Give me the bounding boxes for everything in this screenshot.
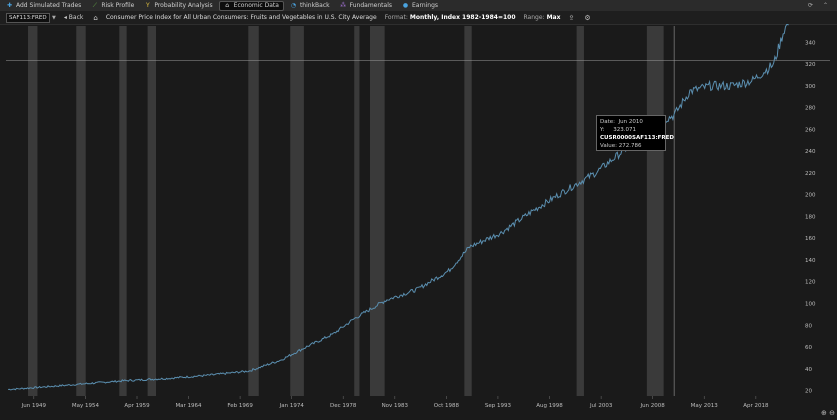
tooltip-series-name: CUSR0000SAF113:FRED (600, 135, 674, 141)
tooltip-value-label: Value: (600, 143, 617, 149)
tooltip-y-label: Y: (600, 127, 605, 133)
cpi-line-chart[interactable]: 20 40 60 80 100 120 140 160 180 200 220 240 260 280 30… (0, 24, 837, 420)
y-tick-label: 280 (805, 106, 816, 112)
thinkback-label: thinkBack (299, 2, 330, 9)
back-label: Back (68, 14, 84, 21)
economic-data-button[interactable]: ⌂ Economic Data (218, 0, 284, 11)
x-tick-label: Aug 1998 (536, 403, 563, 409)
risk-profile-icon: ⟋ (92, 2, 97, 9)
collapse-icon[interactable]: ⌃ (822, 2, 829, 9)
y-tick-label: 200 (805, 193, 816, 199)
fundamentals-button[interactable]: ⁂ Fundamentals (336, 1, 396, 11)
probability-analysis-label: Probability Analysis (154, 2, 213, 9)
back-button[interactable]: ◂ Back (64, 14, 84, 21)
x-tick-label: Jun 1949 (21, 403, 47, 409)
range-dropdown[interactable]: Max (547, 14, 561, 21)
plus-icon: ✚ (6, 2, 13, 9)
y-tick-label: 160 (805, 236, 816, 242)
y-tick-label: 220 (805, 171, 816, 177)
recession-band (76, 26, 86, 396)
y-tick-label: 120 (805, 280, 816, 286)
y-tick-label: 140 (805, 258, 816, 264)
refresh-icon[interactable]: ⟳ (807, 2, 814, 9)
zoom-out-icon[interactable]: ⊖ (829, 409, 835, 417)
y-tick-label: 340 (805, 40, 816, 46)
zoom-controls[interactable]: ⊕ ⊖ (821, 409, 835, 417)
tooltip-date-label: Date: (600, 119, 615, 125)
economic-data-label: Economic Data (233, 2, 279, 9)
x-tick-label: May 2013 (691, 403, 719, 409)
toolbar-right-controls: ⟳ ⌃ (807, 2, 837, 9)
recession-band (119, 26, 127, 396)
recession-band (290, 26, 304, 396)
recession-band (354, 26, 360, 396)
x-tick-label: Jun 2008 (639, 403, 665, 409)
recession-band (576, 26, 584, 396)
bank-icon: ⌂ (225, 2, 230, 9)
earnings-icon: ● (402, 2, 409, 9)
y-tick-label: 320 (805, 62, 816, 68)
x-tick-label: Sep 1993 (485, 403, 512, 409)
earnings-button[interactable]: ● Earnings (398, 1, 442, 11)
x-tick-label: Apr 1959 (124, 403, 150, 409)
y-tick-label: 20 (805, 389, 812, 395)
tooltip-date-row: Date: Jun 2010 (600, 118, 662, 126)
home-icon[interactable]: ⌂ (93, 14, 97, 22)
tooltip-value-value: 272.786 (618, 143, 642, 149)
y-tick-label: 300 (805, 84, 816, 90)
x-tick-label: Dec 1978 (330, 403, 357, 409)
recession-band (248, 26, 259, 396)
x-tick-label: Nov 1983 (382, 403, 409, 409)
risk-profile-label: Risk Profile (101, 2, 135, 9)
add-simulated-trades-label: Add Simulated Trades (16, 2, 82, 9)
x-tick-label: May 1954 (72, 403, 100, 409)
recession-band (147, 26, 156, 396)
symbol-dropdown-icon[interactable]: ▼ (52, 15, 56, 21)
top-toolbar: ✚ Add Simulated Trades ⟋ Risk Profile Y … (0, 0, 837, 11)
settings-gear-icon[interactable]: ⚙ (584, 14, 590, 22)
chart-area[interactable]: 20 40 60 80 100 120 140 160 180 200 220 240 260 280 30… (0, 24, 837, 420)
y-tick-label: 180 (805, 214, 816, 220)
zoom-in-icon[interactable]: ⊕ (821, 409, 827, 417)
fundamentals-icon: ⁂ (340, 2, 347, 9)
tooltip-date-value: Jun 2010 (618, 119, 643, 125)
thinkback-button[interactable]: ◔ thinkBack (286, 1, 334, 11)
recession-band (369, 26, 385, 396)
recession-band (28, 26, 38, 396)
tooltip-value-row: Value: 272.786 (600, 142, 662, 150)
recession-band (464, 26, 472, 396)
earnings-label: Earnings (412, 2, 439, 9)
thinkback-icon: ◔ (290, 2, 297, 9)
y-tick-label: 80 (805, 323, 812, 329)
y-tick-label: 240 (805, 149, 816, 155)
x-tick-label: Jul 2003 (589, 403, 613, 409)
probability-analysis-button[interactable]: Y Probability Analysis (140, 1, 216, 11)
y-tick-label: 60 (805, 345, 812, 351)
x-tick-label: Apr 2018 (743, 403, 769, 409)
recession-band (646, 26, 664, 396)
risk-profile-button[interactable]: ⟋ Risk Profile (87, 1, 138, 11)
add-simulated-trades-button[interactable]: ✚ Add Simulated Trades (2, 1, 85, 11)
series-title: Consumer Price Index for All Urban Consu… (105, 14, 377, 21)
fundamentals-label: Fundamentals (349, 2, 392, 9)
y-tick-label: 260 (805, 127, 816, 133)
format-value: Monthly, Index 1982-1984=100 (409, 14, 516, 21)
chart-header-bar: SAF113:FRED ▼ ◂ Back ⌂ Consumer Price In… (0, 11, 837, 25)
range-label: Range: (523, 14, 545, 21)
y-tick-label: 100 (805, 302, 816, 308)
symbol-input[interactable]: SAF113:FRED (6, 12, 50, 23)
format-label: Format: (384, 14, 408, 21)
share-icon[interactable]: ⇪ (568, 14, 574, 22)
tooltip-y-value: 323.071 (613, 127, 636, 133)
x-tick-label: Mar 1964 (175, 403, 202, 409)
y-tick-label: 40 (805, 367, 812, 373)
x-tick-label: Oct 1988 (434, 403, 460, 409)
probability-icon: Y (145, 2, 150, 9)
x-tick-label: Jan 1974 (279, 403, 305, 409)
x-tick-label: Feb 1969 (227, 403, 253, 409)
tooltip-y-row: Y: 323.071 (600, 126, 662, 134)
data-tooltip: Date: Jun 2010 Y: 323.071 CUSR0000SAF113… (596, 115, 674, 151)
